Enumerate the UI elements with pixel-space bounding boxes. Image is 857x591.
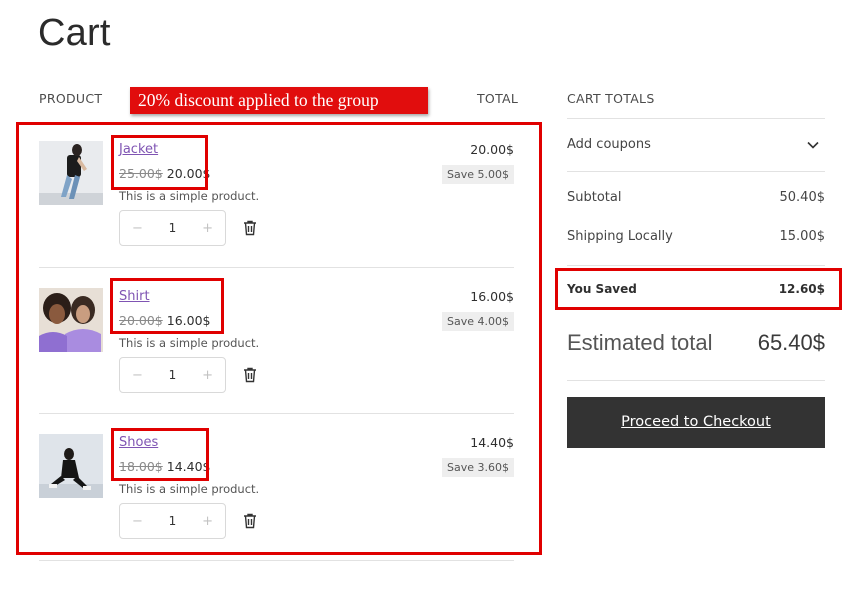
quantity-value[interactable]: 1 (169, 221, 177, 235)
shirt-photo[interactable] (39, 288, 103, 352)
increase-quantity-button[interactable]: + (202, 368, 213, 383)
add-coupons-toggle[interactable]: Add coupons (567, 137, 825, 152)
price-jacket: 25.00$ 20.00$ (119, 166, 211, 181)
estimated-total-value: 65.40$ (757, 330, 825, 355)
savings-badge: Save 4.00$ (442, 312, 514, 331)
jacket-photo[interactable] (39, 141, 103, 205)
line-total: 20.00$ (470, 142, 514, 157)
increase-quantity-button[interactable]: + (202, 221, 213, 236)
cart-item-jacket: Jacket 25.00$ 20.00$ This is a simple pro… (39, 141, 514, 287)
product-link-shoes[interactable]: Shoes (119, 435, 158, 450)
price-shoes: 18.00$ 14.40$ (119, 459, 211, 474)
you-saved-value: 12.60$ (778, 282, 825, 296)
trash-icon[interactable] (241, 512, 259, 530)
sale-price: 20.00$ (166, 166, 211, 181)
subtotal-row: Subtotal 50.40$ (567, 190, 825, 205)
chevron-down-icon (807, 141, 819, 149)
regular-price: 25.00$ (119, 166, 163, 181)
shipping-label: Shipping Locally (567, 229, 673, 244)
product-link-jacket[interactable]: Jacket (119, 142, 158, 157)
regular-price: 20.00$ (119, 313, 163, 328)
totals-divider (567, 118, 825, 119)
price-shirt: 20.00$ 16.00$ (119, 313, 211, 328)
item-divider (39, 267, 514, 268)
item-divider (39, 413, 514, 414)
quantity-stepper: − 1 + (119, 210, 226, 246)
shoes-photo[interactable] (39, 434, 103, 498)
product-link-shirt[interactable]: Shirt (119, 289, 150, 304)
regular-price: 18.00$ (119, 459, 163, 474)
product-column-header: PRODUCT (39, 91, 103, 106)
estimated-total-label: Estimated total (567, 330, 713, 355)
trash-icon[interactable] (241, 219, 259, 237)
line-total: 14.40$ (470, 435, 514, 450)
savings-badge: Save 3.60$ (442, 458, 514, 477)
discount-banner: 20% discount applied to the group (130, 87, 428, 114)
product-description: This is a simple product. (119, 336, 260, 350)
quantity-value[interactable]: 1 (169, 514, 177, 528)
estimated-total-row: Estimated total 65.40$ (567, 330, 825, 356)
cart-totals-heading: CART TOTALS (567, 91, 655, 106)
cart-item-shoes: Shoes 18.00$ 14.40$ This is a simple prod… (39, 434, 514, 580)
decrease-quantity-button[interactable]: − (132, 514, 143, 529)
trash-icon[interactable] (241, 366, 259, 384)
savings-badge: Save 5.00$ (442, 165, 514, 184)
subtotal-label: Subtotal (567, 190, 622, 205)
total-column-header: TOTAL (477, 91, 519, 106)
product-description: This is a simple product. (119, 189, 260, 203)
quantity-value[interactable]: 1 (169, 368, 177, 382)
page-title: Cart (38, 12, 111, 54)
quantity-stepper: − 1 + (119, 357, 226, 393)
sale-price: 16.00$ (166, 313, 211, 328)
totals-divider (567, 380, 825, 381)
proceed-to-checkout-button[interactable]: Proceed to Checkout (567, 397, 825, 448)
subtotal-value: 50.40$ (779, 190, 826, 205)
increase-quantity-button[interactable]: + (202, 514, 213, 529)
product-description: This is a simple product. (119, 482, 260, 496)
you-saved-label: You Saved (567, 282, 637, 296)
item-divider (39, 560, 514, 561)
shipping-value: 15.00$ (779, 229, 826, 244)
shipping-row: Shipping Locally 15.00$ (567, 229, 825, 244)
you-saved-row: You Saved 12.60$ (567, 282, 825, 296)
add-coupons-label: Add coupons (567, 137, 651, 152)
decrease-quantity-button[interactable]: − (132, 221, 143, 236)
totals-divider (567, 171, 825, 172)
sale-price: 14.40$ (166, 459, 211, 474)
decrease-quantity-button[interactable]: − (132, 368, 143, 383)
quantity-stepper: − 1 + (119, 503, 226, 539)
line-total: 16.00$ (470, 289, 514, 304)
totals-divider (567, 265, 825, 266)
